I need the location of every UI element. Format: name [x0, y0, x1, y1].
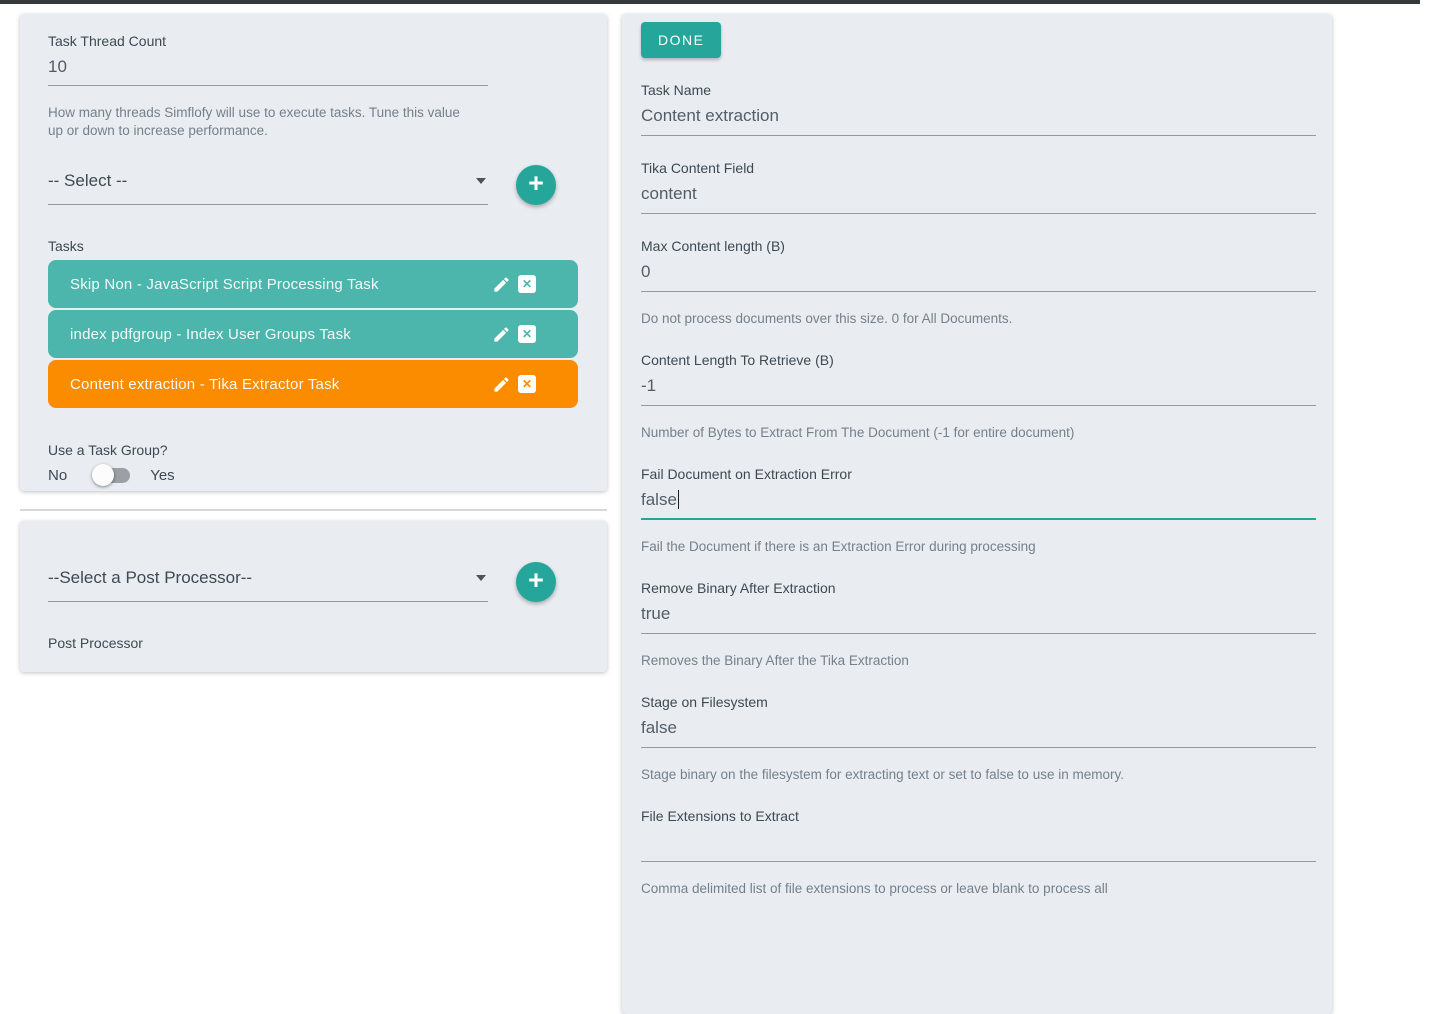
task-thread-count-help: How many threads Simflofy will use to ex… — [48, 104, 468, 140]
task-row[interactable]: index pdfgroup - Index User Groups Task … — [48, 310, 578, 358]
post-processor-card: --Select a Post Processor-- + Post Proce… — [20, 521, 607, 672]
tika-content-field-input[interactable]: content — [641, 183, 1316, 214]
field-group: Tika Content Field content — [641, 159, 1316, 214]
task-type-select-value: -- Select -- — [48, 171, 127, 190]
field-group: Fail Document on Extraction Error false … — [641, 465, 1316, 556]
delete-icon[interactable]: ✕ — [518, 275, 536, 293]
field-label: Content Length To Retrieve (B) — [641, 351, 1316, 369]
task-row[interactable]: Skip Non - JavaScript Script Processing … — [48, 260, 578, 308]
field-label: Max Content length (B) — [641, 237, 1316, 255]
remove-binary-input[interactable]: true — [641, 603, 1316, 634]
toggle-yes-label: Yes — [150, 467, 174, 484]
right-column: DONE Task Name Content extraction Tika C… — [622, 14, 1332, 1014]
task-settings-card: Task Thread Count 10 How many threads Si… — [20, 14, 607, 491]
content-length-retrieve-input[interactable]: -1 — [641, 375, 1316, 406]
field-group: Task Name Content extraction — [641, 81, 1316, 136]
toggle-knob — [92, 464, 114, 486]
task-group-toggle-row: No Yes — [48, 463, 579, 487]
task-type-select[interactable]: -- Select -- — [48, 170, 488, 205]
stage-on-filesystem-input[interactable]: false — [641, 717, 1316, 748]
field-group: Stage on Filesystem false Stage binary o… — [641, 693, 1316, 784]
field-label: Fail Document on Extraction Error — [641, 465, 1316, 483]
task-thread-count-label: Task Thread Count — [48, 32, 579, 50]
section-divider — [20, 509, 607, 511]
task-row[interactable]: Content extraction - Tika Extractor Task… — [48, 360, 578, 408]
field-label: Stage on Filesystem — [641, 693, 1316, 711]
delete-icon[interactable]: ✕ — [518, 325, 536, 343]
post-processor-select-row: --Select a Post Processor-- + — [48, 567, 579, 602]
post-processor-select[interactable]: --Select a Post Processor-- — [48, 567, 488, 602]
field-label: File Extensions to Extract — [641, 807, 1316, 825]
task-row-label: index pdfgroup - Index User Groups Task — [70, 326, 351, 343]
edit-icon[interactable] — [492, 325, 511, 344]
field-group: Remove Binary After Extraction true Remo… — [641, 579, 1316, 670]
top-bar — [0, 0, 1420, 4]
left-column: Task Thread Count 10 How many threads Si… — [20, 14, 607, 672]
text-cursor — [678, 490, 680, 509]
field-help: Do not process documents over this size.… — [641, 310, 1316, 328]
field-group: File Extensions to Extract Comma delimit… — [641, 807, 1316, 898]
delete-icon[interactable]: ✕ — [518, 375, 536, 393]
task-list: Skip Non - JavaScript Script Processing … — [48, 260, 579, 408]
task-name-input[interactable]: Content extraction — [641, 105, 1316, 136]
field-help: Fail the Document if there is an Extract… — [641, 538, 1316, 556]
field-help: Number of Bytes to Extract From The Docu… — [641, 424, 1316, 442]
field-label: Task Name — [641, 81, 1316, 99]
plus-icon: + — [528, 170, 544, 197]
field-help: Stage binary on the filesystem for extra… — [641, 766, 1316, 784]
chevron-down-icon — [476, 575, 486, 581]
edit-icon[interactable] — [492, 275, 511, 294]
field-group: Max Content length (B) 0 Do not process … — [641, 237, 1316, 328]
field-group: Content Length To Retrieve (B) -1 Number… — [641, 351, 1316, 442]
toggle-no-label: No — [48, 467, 67, 484]
task-row-label: Content extraction - Tika Extractor Task — [70, 376, 340, 393]
task-select-row: -- Select -- + — [48, 170, 579, 205]
field-help: Comma delimited list of file extensions … — [641, 880, 1316, 898]
chevron-down-icon — [476, 178, 486, 184]
fail-on-extraction-error-input[interactable]: false — [641, 489, 1316, 520]
tasks-list-label: Tasks — [48, 237, 579, 255]
post-processor-select-value: --Select a Post Processor-- — [48, 568, 252, 587]
field-help: Removes the Binary After the Tika Extrac… — [641, 652, 1316, 670]
edit-icon[interactable] — [492, 375, 511, 394]
post-processor-label: Post Processor — [48, 634, 579, 658]
task-row-label: Skip Non - JavaScript Script Processing … — [70, 276, 379, 293]
plus-icon: + — [528, 567, 544, 594]
task-detail-card: DONE Task Name Content extraction Tika C… — [622, 14, 1332, 1014]
add-task-button[interactable]: + — [516, 165, 556, 205]
add-post-processor-button[interactable]: + — [516, 562, 556, 602]
max-content-length-input[interactable]: 0 — [641, 261, 1316, 292]
task-thread-count-input[interactable]: 10 — [48, 56, 488, 86]
use-task-group-label: Use a Task Group? — [48, 441, 579, 459]
done-button[interactable]: DONE — [641, 22, 721, 58]
field-label: Tika Content Field — [641, 159, 1316, 177]
task-group-toggle[interactable] — [94, 468, 130, 483]
field-label: Remove Binary After Extraction — [641, 579, 1316, 597]
file-extensions-input[interactable] — [641, 831, 1316, 862]
